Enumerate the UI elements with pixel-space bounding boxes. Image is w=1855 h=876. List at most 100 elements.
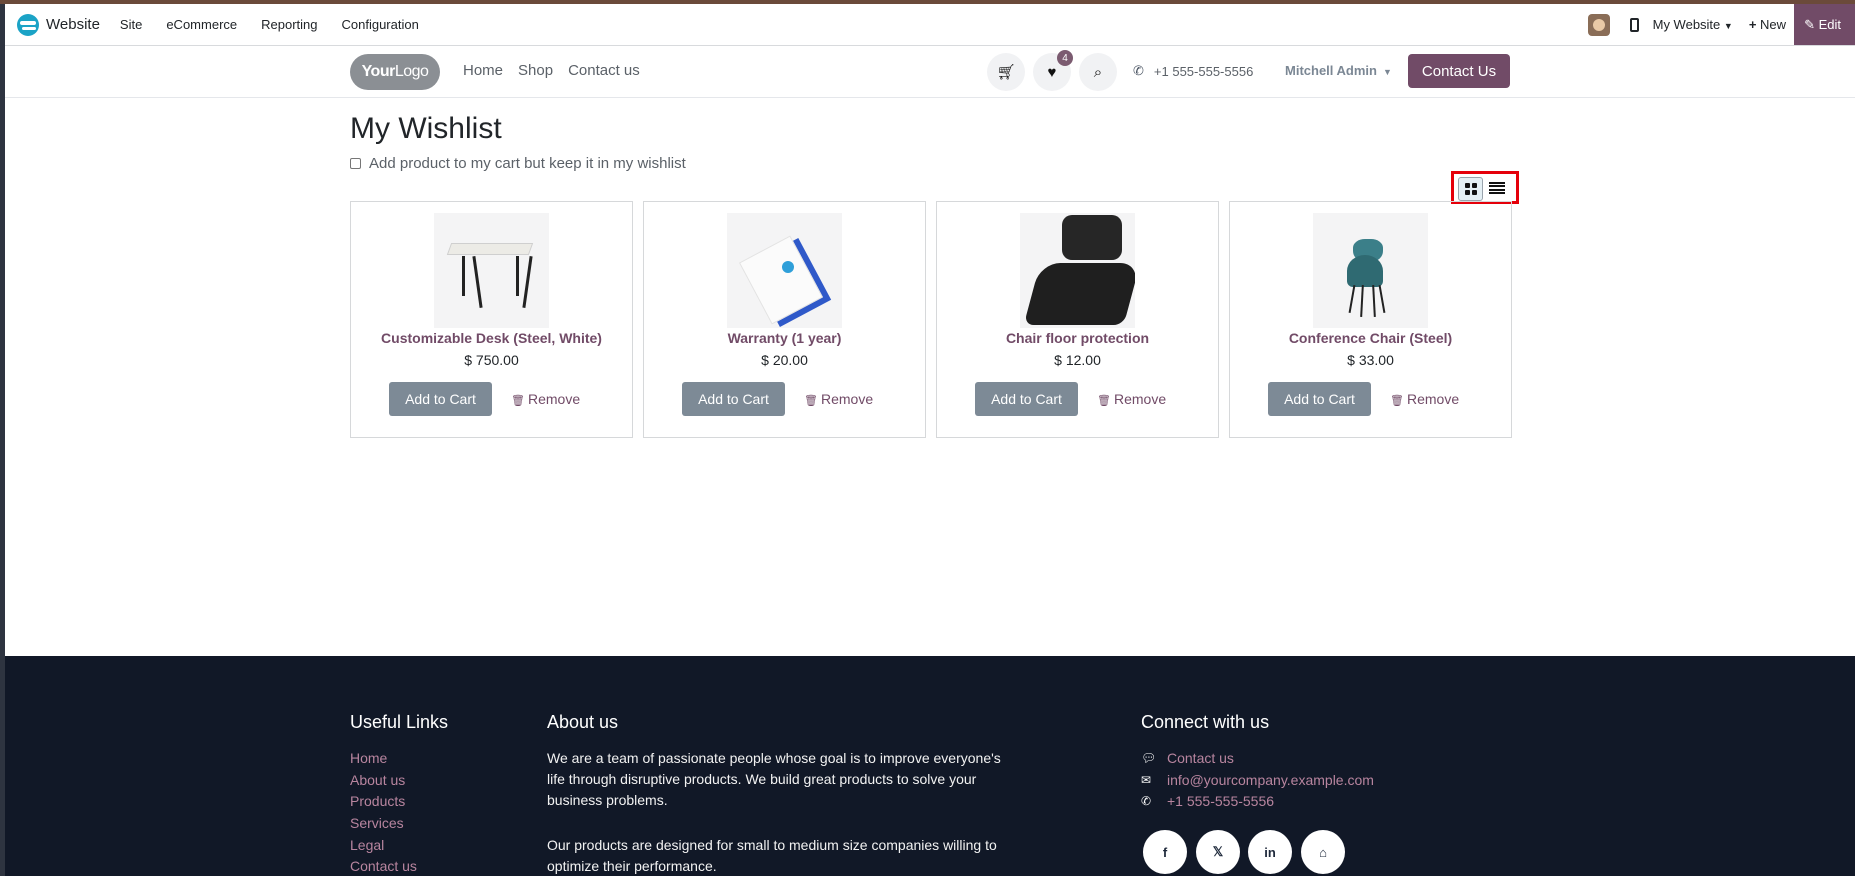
keep-in-wishlist-option[interactable]: Add product to my cart but keep it in my… [350,155,686,172]
footer-phone-label: +1 555-555-5556 [1167,793,1275,809]
home-icon[interactable]: ⌂ [1301,830,1345,874]
mobile-preview-icon[interactable] [1629,17,1639,32]
footer-about-text-1: We are a team of passionate people whose… [547,748,1017,811]
wishlist-item: Chair floor protection $ 12.00 Add to Ca… [936,201,1219,438]
menu-configuration[interactable]: Configuration [330,17,431,32]
footer-link-legal[interactable]: Legal [350,837,384,853]
about-line: business problems. [547,792,668,808]
trash-icon: 🗑︎ [1390,395,1404,407]
wishlist-item: Warranty (1 year) $ 20.00 Add to Cart 🗑︎… [643,201,926,438]
footer-email-label: info@yourcompany.example.com [1167,772,1374,788]
logo-text-light: Logo [394,63,429,80]
add-to-cart-button[interactable]: Add to Cart [975,382,1078,416]
footer-link-contact-us[interactable]: Contact us [350,858,417,874]
app-name: Website [46,16,100,33]
product-name[interactable]: Chair floor protection [937,330,1218,346]
logo-text-bold: Your [361,63,396,80]
menu-ecommerce[interactable]: eCommerce [154,17,249,32]
add-to-cart-button[interactable]: Add to Cart [389,382,492,416]
phone-icon: ✆ [1141,794,1152,808]
nav-home[interactable]: Home [463,62,503,79]
admin-navbar: Website Site eCommerce Reporting Configu… [5,4,1855,46]
website-app-icon [17,13,39,36]
product-price: $ 12.00 [1054,352,1101,368]
footer-link-services[interactable]: Services [350,815,404,831]
list-view-icon[interactable] [1489,180,1505,196]
plus-icon: + [1748,17,1757,32]
app-brand[interactable]: Website [17,13,100,36]
about-line: Our products are designed for small to m… [547,837,997,853]
footer-contact-us-label: Contact us [1167,750,1234,766]
new-button[interactable]: + New [1749,17,1786,32]
about-line: We are a team of passionate people whose… [547,750,1001,766]
phone-icon: ✆ [1133,63,1144,78]
edit-button[interactable]: ✎ Edit [1794,4,1855,45]
remove-label: Remove [820,391,874,407]
remove-button[interactable]: 🗑︎ Remove [1097,391,1166,407]
heart-icon: ♥ [1047,63,1057,81]
product-name[interactable]: Customizable Desk (Steel, White) [351,330,632,346]
about-line: life through disruptive products. We bui… [547,771,977,787]
menu-site[interactable]: Site [108,17,154,32]
caret-down-icon: ▼ [1382,67,1392,77]
product-image-floor-protection[interactable] [1020,213,1135,328]
remove-button[interactable]: 🗑︎ Remove [511,391,580,407]
x-twitter-icon[interactable]: 𝕏 [1196,830,1240,874]
product-image-warranty[interactable] [727,213,842,328]
keep-in-wishlist-checkbox[interactable] [350,158,361,169]
view-mode-toggle [1451,171,1519,204]
footer-phone[interactable]: ✆ +1 555-555-5556 [1141,793,1274,809]
website-header: Your Logo Home Shop Contact us 🛒︎ ♥ 4 ⌕ ✆ +… [5,46,1855,98]
product-name[interactable]: Conference Chair (Steel) [1230,330,1511,346]
user-name: Mitchell Admin [1285,63,1377,78]
keep-in-wishlist-label: Add product to my cart but keep it in my… [369,155,686,172]
user-menu[interactable]: Mitchell Admin ▼ [1285,63,1392,78]
nav-contact-us[interactable]: Contact us [568,62,640,79]
grid-view-icon[interactable] [1458,177,1483,201]
cart-icon: 🛒︎ [996,64,1016,81]
footer-contact-us[interactable]: 💬︎ Contact us [1141,750,1234,766]
remove-button[interactable]: 🗑︎ Remove [1390,391,1459,407]
about-line: optimize their performance. [547,858,717,874]
contact-us-button[interactable]: Contact Us [1408,54,1510,88]
website-switcher[interactable]: My Website ▼ [1653,17,1733,32]
product-name[interactable]: Warranty (1 year) [644,330,925,346]
remove-label: Remove [1113,391,1167,407]
menu-reporting[interactable]: Reporting [249,17,329,32]
footer-link-home[interactable]: Home [350,750,387,766]
site-logo[interactable]: Your Logo [350,54,440,90]
linkedin-icon[interactable]: in [1248,830,1292,874]
nav-shop[interactable]: Shop [518,62,553,79]
caret-down-icon: ▼ [1723,21,1733,31]
wishlist-count-badge: 4 [1057,50,1073,66]
admin-menu: Site eCommerce Reporting Configuration [108,17,431,32]
pencil-icon: ✎ [1804,16,1815,32]
search-button[interactable]: ⌕ [1079,53,1117,91]
add-to-cart-button[interactable]: Add to Cart [1268,382,1371,416]
product-image-desk[interactable] [434,213,549,328]
wishlist-button[interactable]: ♥ 4 [1033,50,1073,91]
footer-about-title: About us [547,712,619,732]
wishlist-item: Customizable Desk (Steel, White) $ 750.0… [350,201,633,438]
remove-button[interactable]: 🗑︎ Remove [804,391,873,407]
page-title: My Wishlist [350,112,502,145]
edit-button-label: Edit [1818,17,1841,32]
footer-link-about-us[interactable]: About us [350,772,405,788]
envelope-icon: ✉ [1141,773,1152,787]
trash-icon: 🗑︎ [1097,395,1111,407]
search-icon: ⌕ [1093,63,1103,81]
product-image-conference-chair[interactable] [1313,213,1428,328]
product-price: $ 33.00 [1347,352,1394,368]
add-to-cart-button[interactable]: Add to Cart [682,382,785,416]
facebook-icon[interactable]: f [1143,830,1187,874]
trash-icon: 🗑︎ [804,395,818,407]
user-avatar-icon[interactable] [1587,13,1610,36]
header-phone-number: +1 555-555-5556 [1153,63,1254,79]
footer-email[interactable]: ✉ info@yourcompany.example.com [1141,772,1374,788]
header-phone[interactable]: ✆ +1 555-555-5556 [1133,63,1253,79]
footer-link-products[interactable]: Products [350,793,405,809]
cart-button[interactable]: 🛒︎ [987,53,1025,91]
admin-right-actions: My Website ▼ + New ✎ Edit [1587,4,1855,45]
remove-label: Remove [1406,391,1460,407]
footer-useful-links-title: Useful Links [350,712,449,732]
